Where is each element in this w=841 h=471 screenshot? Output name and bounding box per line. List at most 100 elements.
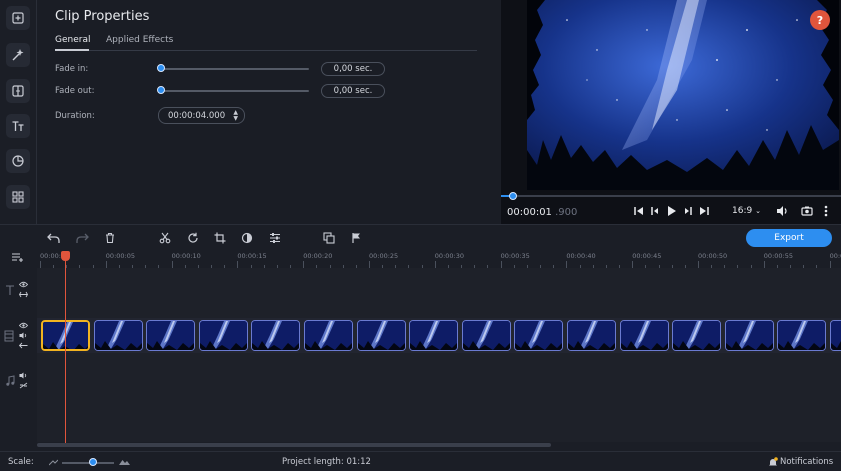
rotate-icon[interactable]: [186, 231, 200, 245]
left-toolbar: [0, 0, 37, 224]
tab-applied-effects[interactable]: Applied Effects: [106, 35, 173, 45]
help-icon[interactable]: ?: [810, 10, 830, 30]
video-clip[interactable]: [251, 320, 301, 351]
text-track-icon: [5, 284, 15, 296]
preview-seek-bar[interactable]: [501, 195, 841, 197]
video-clip[interactable]: [514, 320, 564, 351]
video-clip[interactable]: [672, 320, 722, 351]
video-clip[interactable]: [409, 320, 459, 351]
video-clip[interactable]: [304, 320, 353, 351]
video-clip[interactable]: [461, 320, 511, 351]
timecode-ms: .900: [555, 207, 578, 218]
overlay-icon[interactable]: [322, 231, 336, 245]
fade-out-slider-knob[interactable]: [157, 86, 165, 94]
active-tab-underline: [55, 49, 89, 51]
ruler-label: 00:00:40: [566, 252, 596, 260]
tab-general[interactable]: General: [55, 35, 90, 45]
export-button[interactable]: Export: [746, 229, 832, 247]
ruler-tick: [763, 261, 765, 268]
playhead-line[interactable]: [65, 255, 66, 445]
fade-in-value[interactable]: 0,00 sec.: [321, 62, 385, 76]
step-forward-icon[interactable]: [683, 205, 693, 217]
more-options-icon[interactable]: [824, 205, 828, 217]
marker-flag-icon[interactable]: [350, 231, 364, 245]
status-bar: Scale: Project length: 01:12 Notificatio…: [0, 451, 841, 471]
video-track-mute-icon[interactable]: [19, 332, 28, 339]
ruler-tick: [698, 261, 699, 268]
notifications-bell-icon[interactable]: [768, 457, 778, 467]
video-track-arrow-icon[interactable]: [19, 342, 28, 349]
preview-seek-knob[interactable]: [509, 192, 517, 200]
more-tools-icon[interactable]: [6, 185, 30, 209]
timecode-main: 00:00:01: [507, 207, 552, 218]
magic-wand-icon[interactable]: [6, 43, 30, 67]
video-clip[interactable]: [724, 320, 774, 351]
video-clip[interactable]: [777, 320, 827, 351]
zoom-out-icon[interactable]: [49, 458, 58, 466]
undo-icon[interactable]: [47, 231, 61, 245]
video-clip[interactable]: [619, 320, 669, 351]
duration-field[interactable]: 00:00:04.000 ▲ ▼: [158, 107, 245, 124]
track-headers: [0, 251, 37, 453]
audio-track-link-icon[interactable]: [19, 382, 28, 389]
panel-title: Clip Properties: [55, 9, 150, 24]
delete-icon[interactable]: [103, 231, 117, 245]
fade-out-label: Fade out:: [55, 86, 95, 96]
aspect-ratio-value: 16:9: [732, 206, 753, 216]
redo-icon[interactable]: [75, 231, 89, 245]
aspect-ratio-select[interactable]: 16:9 ⌄: [732, 206, 761, 216]
transitions-icon[interactable]: [6, 79, 30, 103]
text-track-visibility-icon[interactable]: [19, 281, 28, 288]
step-back-icon[interactable]: [650, 205, 660, 217]
duration-label: Duration:: [55, 111, 95, 121]
video-clip[interactable]: [198, 320, 248, 351]
ruler-label: 00:01:00: [829, 252, 841, 260]
play-icon[interactable]: [667, 205, 677, 217]
text-track-link-icon[interactable]: [19, 291, 28, 298]
ruler-label: 00:00:10: [171, 252, 201, 260]
ruler-tick: [369, 261, 370, 268]
add-track-icon[interactable]: [11, 251, 25, 263]
video-clip[interactable]: [93, 320, 143, 351]
crop-icon[interactable]: [213, 231, 227, 245]
stickers-icon[interactable]: [6, 149, 30, 173]
video-clip[interactable]: [567, 320, 616, 351]
scale-slider[interactable]: [62, 462, 114, 464]
video-track-visibility-icon[interactable]: [19, 322, 28, 329]
duration-spinner-icon[interactable]: ▲ ▼: [233, 110, 238, 122]
cut-icon[interactable]: [158, 231, 172, 245]
volume-icon[interactable]: [776, 205, 789, 217]
skip-back-icon[interactable]: [634, 205, 644, 217]
notifications-label[interactable]: Notifications: [780, 457, 833, 467]
fade-in-slider[interactable]: [161, 68, 309, 70]
skip-forward-icon[interactable]: [699, 205, 709, 217]
ruler-label: 00:00:45: [632, 252, 662, 260]
tab-divider: [55, 50, 477, 51]
ruler-tick: [434, 261, 436, 268]
video-clip[interactable]: [356, 320, 406, 351]
import-icon[interactable]: [6, 6, 30, 30]
audio-track-icon: [5, 375, 15, 387]
video-track: [37, 318, 841, 353]
ruler-label: 00:00:50: [698, 252, 728, 260]
titles-icon[interactable]: [6, 114, 30, 138]
ruler-label: 00:00:25: [369, 252, 399, 260]
scale-slider-knob[interactable]: [89, 458, 97, 466]
clip-properties-icon[interactable]: [268, 231, 282, 245]
video-clip[interactable]: [830, 320, 841, 351]
timeline-ruler[interactable]: 00:00:00 00:00:05 00:00:10 00:00:15 00:00:20…: [37, 251, 841, 268]
ruler-label: 00:00:35: [500, 252, 530, 260]
zoom-in-icon[interactable]: [119, 457, 130, 466]
timeline-scrollbar[interactable]: [37, 443, 551, 447]
project-length: Project length: 01:12: [282, 457, 371, 467]
snapshot-icon[interactable]: [801, 205, 813, 217]
color-adjust-icon[interactable]: [240, 231, 254, 245]
fade-in-slider-knob[interactable]: [157, 64, 165, 72]
fade-out-slider[interactable]: [161, 90, 309, 92]
video-clip[interactable]: [146, 320, 196, 351]
audio-track-mute-icon[interactable]: [19, 372, 28, 379]
ruler-tick: [632, 261, 634, 268]
playhead-handle[interactable]: [61, 251, 70, 261]
ruler-tick: [303, 261, 305, 268]
fade-out-value[interactable]: 0,00 sec.: [321, 84, 385, 98]
